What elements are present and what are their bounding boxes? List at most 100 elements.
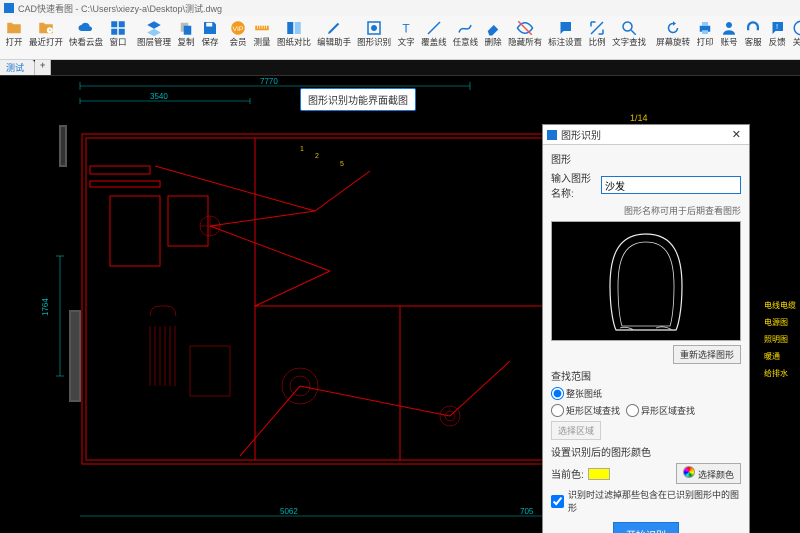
app-icon [4, 3, 14, 13]
name-hint: 图形名称可用于后期查看图形 [551, 204, 741, 217]
folder-icon [5, 19, 23, 37]
cover-line-icon [425, 19, 443, 37]
svg-text:2: 2 [315, 153, 319, 160]
svg-text:5: 5 [340, 161, 344, 168]
print-icon [696, 19, 714, 37]
toolbar-folder[interactable]: 打开 [2, 18, 26, 59]
toolbar-eraser[interactable]: 删除 [481, 18, 505, 59]
windows-icon [109, 19, 127, 37]
toolbar-folder-clock[interactable]: 最近打开 [26, 18, 66, 59]
svg-text:T: T [402, 22, 410, 36]
toolbar-scale[interactable]: 比例 [585, 18, 609, 59]
layer-rail: 电线电缆电源图照明图暖通给排水 [760, 296, 800, 383]
toolbar-vip[interactable]: VIP会员 [226, 18, 250, 59]
shape-name-input[interactable] [601, 176, 741, 194]
toolbar-copy[interactable]: 复制 [174, 18, 198, 59]
ruler-icon [253, 19, 271, 37]
svg-text:7770: 7770 [260, 77, 278, 86]
rail-item[interactable]: 暖通 [764, 351, 796, 362]
filter-checkbox[interactable]: 识别时过滤掉那些包含在已识别图形中的图形 [551, 488, 741, 514]
svg-text:1: 1 [300, 146, 304, 153]
toolbar-text[interactable]: T文字 [394, 18, 418, 59]
svg-text:VIP: VIP [233, 26, 244, 33]
vip-icon: VIP [229, 19, 247, 37]
toolbar-about[interactable]: i关于 [789, 18, 800, 59]
rotate-icon [664, 19, 682, 37]
color-label: 当前色: [551, 466, 584, 481]
layers-icon [145, 19, 163, 37]
toolbar-annotation[interactable]: 标注设置 [545, 18, 585, 59]
toolbar-save[interactable]: 保存 [198, 18, 222, 59]
annotation-icon [556, 19, 574, 37]
svg-text:1764: 1764 [41, 298, 50, 316]
shape-preview [551, 221, 741, 341]
toolbar-ruler[interactable]: 测量 [250, 18, 274, 59]
toolbar-compare[interactable]: 图纸对比 [274, 18, 314, 59]
toolbar-windows[interactable]: 窗口 [106, 18, 130, 59]
start-recognition-button[interactable]: 开始识别 [613, 522, 679, 533]
account-icon [720, 19, 738, 37]
recognize-icon [365, 19, 383, 37]
tab-active[interactable]: 测试 [0, 60, 35, 75]
close-icon[interactable]: ✕ [728, 128, 745, 141]
svg-text:!: ! [776, 22, 778, 31]
svg-text:5062: 5062 [280, 507, 298, 516]
toolbar-hide-all[interactable]: 隐藏所有 [505, 18, 545, 59]
tab-add[interactable]: + [35, 60, 51, 75]
select-area-button: 选择区域 [551, 421, 601, 440]
save-icon [201, 19, 219, 37]
cad-canvas[interactable]: 7770 3540 1764 5062 705 5000 1/14 [0, 76, 800, 533]
svg-text:705: 705 [520, 507, 534, 516]
rail-item[interactable]: 给排水 [764, 368, 796, 379]
select-color-button[interactable]: 选择颜色 [676, 463, 741, 484]
main-toolbar: 打开最近打开快看云盘窗口图层管理复制保存VIP会员测量图纸对比编辑助手图形识别T… [0, 16, 800, 60]
hide-all-icon [516, 19, 534, 37]
dialog-titlebar[interactable]: 图形识别 ✕ [543, 125, 749, 145]
rail-item[interactable]: 电源图 [764, 317, 796, 328]
scope-title: 查找范围 [551, 368, 741, 383]
toolbar-find[interactable]: 文字查找 [609, 18, 649, 59]
svg-text:3540: 3540 [150, 92, 168, 101]
dialog-title: 图形识别 [561, 127, 601, 142]
toolbar-layers[interactable]: 图层管理 [134, 18, 174, 59]
name-label: 输入图形名称: [551, 170, 597, 200]
rail-item[interactable]: 电线电缆 [764, 300, 796, 311]
scope-opt-poly[interactable]: 异形区域查找 [626, 404, 695, 417]
toolbar-support[interactable]: 客服 [741, 18, 765, 59]
rail-item[interactable]: 照明图 [764, 334, 796, 345]
toolbar-rotate[interactable]: 屏幕旋转 [653, 18, 693, 59]
edit-help-icon [325, 19, 343, 37]
support-icon [744, 19, 762, 37]
compare-icon [285, 19, 303, 37]
dialog-icon [547, 130, 557, 140]
window-title: CAD快速看图 - C:\Users\xiezy-a\Desktop\测试.dw… [18, 2, 222, 15]
cloud-icon [77, 19, 95, 37]
toolbar-account[interactable]: 账号 [717, 18, 741, 59]
toolbar-feedback[interactable]: !反馈 [765, 18, 789, 59]
free-line-icon [456, 19, 474, 37]
color-wheel-icon [683, 466, 695, 478]
color-title: 设置识别后的图形颜色 [551, 444, 741, 459]
toolbar-cloud[interactable]: 快看云盘 [66, 18, 106, 59]
section-shape-label: 图形 [551, 151, 741, 166]
scope-opt-rect[interactable]: 矩形区域查找 [551, 404, 620, 417]
folder-clock-icon [37, 19, 55, 37]
toolbar-recognize[interactable]: 图形识别 [354, 18, 394, 59]
about-icon: i [792, 19, 800, 37]
find-icon [620, 19, 638, 37]
toolbar-print[interactable]: 打印 [693, 18, 717, 59]
window-titlebar: CAD快速看图 - C:\Users\xiezy-a\Desktop\测试.dw… [0, 0, 800, 16]
toolbar-edit-help[interactable]: 编辑助手 [314, 18, 354, 59]
current-color-swatch [588, 468, 610, 480]
scale-icon [588, 19, 606, 37]
toolbar-cover-line[interactable]: 覆盖线 [418, 18, 450, 59]
document-tab-bar: 测试 + [0, 60, 800, 76]
copy-icon [177, 19, 195, 37]
eraser-icon [484, 19, 502, 37]
text-icon: T [397, 19, 415, 37]
screenshot-annotation: 图形识别功能界面截图 [300, 88, 416, 111]
feedback-icon: ! [768, 19, 786, 37]
toolbar-free-line[interactable]: 任意线 [450, 18, 482, 59]
reselect-shape-button[interactable]: 重新选择图形 [673, 345, 741, 364]
scope-opt-whole[interactable]: 整张图纸 [551, 387, 602, 400]
